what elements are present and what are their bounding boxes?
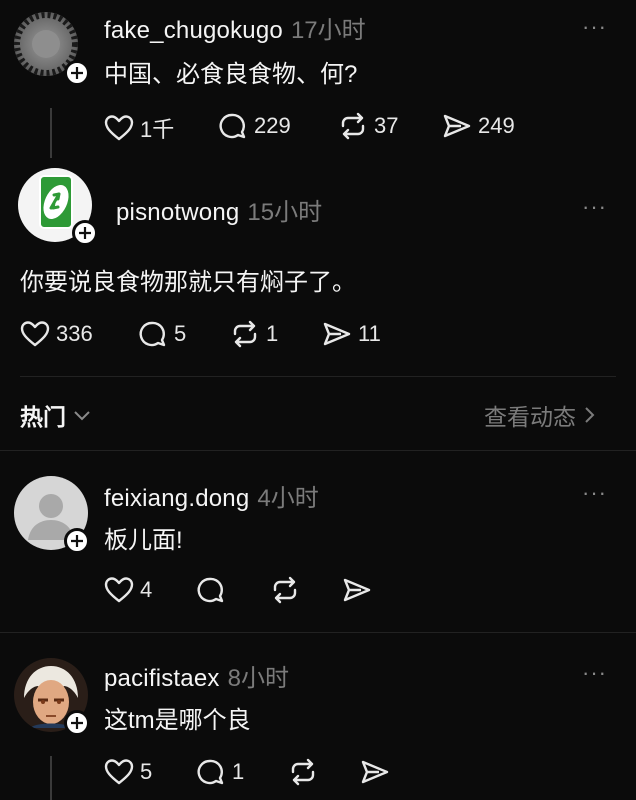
more-options-button[interactable]: ··· (582, 194, 607, 220)
thread-line (50, 108, 52, 158)
chevron-down-icon (74, 411, 90, 421)
thread-line (50, 756, 52, 800)
repost-icon (233, 320, 257, 348)
more-options-button[interactable]: ··· (582, 480, 607, 506)
comment-icon (139, 321, 166, 347)
like-count: 5 (140, 759, 153, 784)
plus-icon (71, 67, 83, 79)
heart-icon (20, 321, 50, 347)
share-count: 249 (478, 113, 515, 138)
repost-icon (341, 112, 365, 140)
comment-count: 1 (232, 759, 245, 784)
username[interactable]: feixiang.dong (104, 485, 249, 513)
plus-icon (71, 717, 83, 729)
follow-button[interactable] (64, 710, 90, 736)
share-button[interactable]: 249 (442, 112, 515, 140)
repost-button[interactable]: 37 (338, 112, 398, 140)
comment-button[interactable]: 5 (138, 320, 186, 348)
post-text: 这tm是哪个良 (104, 707, 251, 734)
post-header: pacifistaex 8小时 (104, 658, 289, 693)
follow-button[interactable] (64, 60, 90, 86)
timestamp: 17小时 (290, 17, 366, 44)
comment-icon (197, 577, 224, 603)
sort-label: 热门 (20, 404, 66, 430)
like-button[interactable]: 336 (20, 320, 93, 348)
view-activity-label: 查看动态 (484, 404, 576, 430)
post-header: pisnotwong 15小时 (116, 192, 322, 227)
username[interactable]: fake_chugokugo (104, 17, 283, 45)
repost-count: 1 (266, 321, 279, 346)
heart-icon (104, 759, 134, 785)
repost-count: 37 (374, 113, 399, 138)
post-header: fake_chugokugo 17小时 (104, 10, 366, 45)
timestamp: 4小时 (257, 485, 319, 512)
post-text: 板儿面! (104, 527, 183, 554)
like-count: 336 (56, 321, 93, 346)
view-activity-link[interactable]: 查看动态 (484, 398, 596, 432)
more-options-button[interactable]: ··· (582, 660, 607, 686)
heart-icon (104, 115, 134, 141)
send-icon (443, 114, 471, 138)
comment-count: 229 (254, 113, 291, 138)
send-icon (323, 322, 351, 346)
like-button[interactable]: 5 (104, 758, 152, 786)
like-count: 4 (140, 577, 153, 602)
comment-button[interactable]: 1 (196, 758, 244, 786)
like-button[interactable]: 4 (104, 576, 152, 604)
send-icon (361, 760, 389, 784)
post-text: 中国、必食良食物、何? (104, 61, 358, 88)
divider (0, 632, 636, 633)
timestamp: 15小时 (247, 199, 323, 226)
like-button[interactable]: 1千 (104, 112, 174, 144)
username[interactable]: pisnotwong (116, 199, 239, 227)
plus-icon (71, 535, 83, 547)
follow-button[interactable] (64, 528, 90, 554)
post-header: feixiang.dong 4小时 (104, 478, 319, 513)
divider (0, 450, 636, 451)
repost-icon (291, 758, 315, 786)
comment-icon (197, 759, 224, 785)
like-count: 1千 (140, 117, 175, 142)
follow-button[interactable] (72, 220, 98, 246)
share-button[interactable] (342, 576, 378, 604)
sort-dropdown[interactable]: 热门 (20, 398, 92, 432)
divider (20, 376, 616, 377)
comment-button[interactable] (196, 576, 232, 604)
comment-count: 5 (174, 321, 187, 346)
username[interactable]: pacifistaex (104, 665, 220, 693)
send-icon (343, 578, 371, 602)
post-text: 你要说良食物那就只有焖子了。 (20, 269, 356, 296)
timestamp: 8小时 (227, 665, 289, 692)
repost-button[interactable]: 1 (230, 320, 278, 348)
chevron-right-icon (585, 407, 595, 423)
repost-button[interactable] (270, 576, 306, 604)
more-options-button[interactable]: ··· (582, 14, 607, 40)
share-button[interactable]: 11 (322, 320, 381, 348)
comment-icon (219, 113, 246, 139)
comment-button[interactable]: 229 (218, 112, 291, 140)
share-button[interactable] (360, 758, 396, 786)
heart-icon (104, 577, 134, 603)
share-count: 11 (358, 321, 381, 346)
plus-icon (79, 227, 91, 239)
repost-button[interactable] (288, 758, 324, 786)
repost-icon (273, 576, 297, 604)
